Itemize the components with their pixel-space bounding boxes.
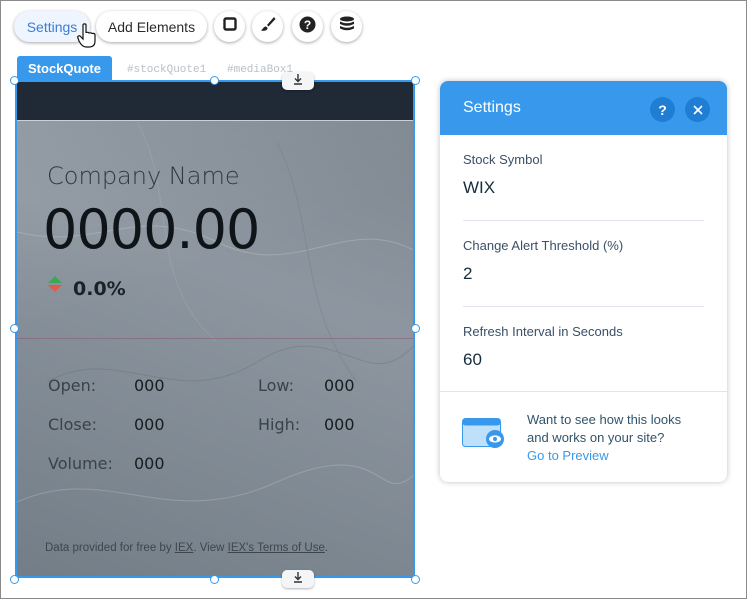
stat-label-close: Close: [48,415,97,434]
add-elements-button[interactable]: Add Elements [96,11,207,42]
stat-value-close: 000 [134,415,165,434]
stat-label-high: High: [258,415,301,434]
resize-handle[interactable] [10,76,19,85]
element-id-label: #stockQuote1 [127,64,207,76]
marble-background [17,82,413,576]
hand-cursor-icon [77,23,99,54]
resize-handle[interactable] [411,324,420,333]
help-icon: ? [299,16,316,38]
panel-header: Settings ? [440,81,727,135]
preview-text-line: Want to see how this looks [527,412,682,427]
change-arrows-icon [47,275,63,298]
stat-value-open: 000 [134,376,165,395]
panel-title: Settings [463,99,521,116]
close-icon [692,102,703,118]
layout-button[interactable] [214,11,245,42]
help-icon: ? [658,101,667,118]
company-name: Company Name [47,162,240,190]
section-separator [440,391,727,392]
resize-handle[interactable] [10,324,19,333]
square-icon [222,17,237,36]
download-arrow-icon [292,570,304,588]
resize-handle[interactable] [411,575,420,584]
database-icon [339,16,355,38]
preview-text-line: and works on your site? [527,430,665,445]
alert-threshold-input[interactable]: 2 [463,264,472,284]
widget-tag[interactable]: StockQuote [17,56,112,81]
stretch-button[interactable] [282,72,314,90]
paintbrush-icon [260,16,276,37]
refresh-interval-label: Refresh Interval in Seconds [463,324,623,339]
iex-link[interactable]: IEX [175,542,194,554]
stock-quote-widget[interactable]: Company Name 0000.00 0.0% Open: 000 Clos… [15,80,415,578]
stat-value-high: 000 [324,415,355,434]
stat-value-volume: 000 [134,454,165,473]
design-button[interactable] [252,11,283,42]
preview-prompt: Want to see how this looks and works on … [527,411,707,465]
stretch-button[interactable] [282,570,314,588]
panel-help-button[interactable]: ? [650,97,675,122]
go-to-preview-link[interactable]: Go to Preview [527,447,707,465]
resize-handle[interactable] [411,76,420,85]
database-button[interactable] [331,11,362,42]
resize-handle[interactable] [210,76,219,85]
help-button[interactable]: ? [292,11,323,42]
stock-price: 0000.00 [43,198,260,261]
field-separator [463,306,704,307]
attribution-text: Data provided for free by [45,542,172,554]
settings-panel: Settings ? Stock Symbol WIX Change Alert… [440,81,727,482]
attribution-text: . [324,542,329,554]
field-separator [463,220,704,221]
stat-label-low: Low: [258,376,295,395]
stock-symbol-input[interactable]: WIX [463,178,495,198]
iex-terms-link[interactable]: IEX's Terms of Use [228,542,325,554]
resize-handle[interactable] [210,575,219,584]
stat-label-volume: Volume: [48,454,113,473]
widget-header-bar [17,82,413,121]
preview-eye-icon [462,418,506,457]
stock-symbol-label: Stock Symbol [463,152,543,167]
panel-close-button[interactable] [685,97,710,122]
svg-text:?: ? [304,18,311,32]
attribution-text: . View [193,542,225,554]
stat-label-open: Open: [48,376,97,395]
data-attribution: Data provided for free by IEX. View IEX'… [45,542,328,554]
alert-threshold-label: Change Alert Threshold (%) [463,238,624,253]
stat-value-low: 000 [324,376,355,395]
price-change: 0.0% [73,278,126,300]
refresh-interval-input[interactable]: 60 [463,350,482,370]
download-arrow-icon [292,72,304,90]
resize-handle[interactable] [10,575,19,584]
widget-divider [17,338,413,339]
